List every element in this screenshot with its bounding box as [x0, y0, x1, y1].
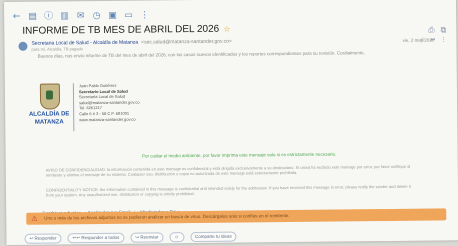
- reply-button[interactable]: ↩ Responder: [24, 233, 62, 244]
- back-icon[interactable]: ←: [12, 11, 21, 21]
- report-icon[interactable]: ⓘ: [44, 11, 53, 21]
- environment-note: Por cuidar el medio ambiente, por favor …: [141, 151, 337, 159]
- alcaldia-logo: ALCALDÍA DE MATANZA: [27, 83, 72, 135]
- delete-icon[interactable]: ▥: [60, 11, 69, 21]
- subject-text: INFORME DE TB MES DE ABRIL DEL 2026: [22, 23, 220, 37]
- more-options-icon[interactable]: ⋮: [440, 36, 446, 43]
- star-icon[interactable]: ☆: [223, 25, 230, 34]
- star-message-icon[interactable]: ☆: [420, 37, 425, 44]
- reply-icon[interactable]: ↩: [430, 36, 435, 43]
- emoji-reaction-button[interactable]: ☺: [169, 232, 185, 243]
- coat-of-arms-icon: [39, 83, 61, 110]
- warning-icon: ⚠: [31, 214, 38, 223]
- archive-icon[interactable]: ▤: [28, 11, 37, 21]
- recipients[interactable]: para mí, Alcaldía, TB pagado: [31, 46, 83, 52]
- warning-text: Uno o más de los archivos adjuntos no se…: [44, 213, 290, 221]
- sender-address: <sec.salud@matanza-santander.gov.co>: [141, 38, 232, 46]
- label-icon[interactable]: ▭: [124, 10, 133, 20]
- email-subject: INFORME DE TB MES DE ABRIL DEL 2026 ☆: [22, 24, 230, 37]
- logo-line-2: MATANZA: [34, 119, 64, 126]
- share-ideas-button[interactable]: Comparte tu ideas: [189, 231, 237, 243]
- clock-icon[interactable]: ◷: [92, 10, 101, 20]
- forward-button[interactable]: ↪ Reenviar: [130, 232, 164, 243]
- open-new-window-icon[interactable]: ⧉: [441, 25, 447, 35]
- print-icon[interactable]: ⎙: [428, 25, 435, 35]
- signature-divider: [72, 83, 75, 132]
- confidentiality-paragraph-en: CONFIDENTIALITY NOTICE: the information …: [45, 183, 411, 198]
- avatar: [18, 41, 28, 51]
- email-greeting: Buenos días, nos envío informe de TB del…: [37, 50, 365, 59]
- email-toolbar: ← ▤ ⓘ ▥ ✉ ◷ ▣ ▭ ⋮: [12, 9, 149, 22]
- email-window: ← ▤ ⓘ ▥ ✉ ◷ ▣ ▭ ⋮ INFORME DE TB MES DE A…: [4, 0, 458, 245]
- move-icon[interactable]: ▣: [108, 10, 117, 20]
- confidentiality-paragraph: AVISO DE CONFIDENCIALIDAD: la informació…: [45, 163, 411, 178]
- mail-icon[interactable]: ✉: [76, 11, 85, 21]
- reply-all-button[interactable]: ↩↩ Responder a todos: [67, 232, 125, 244]
- more-icon[interactable]: ⋮: [140, 10, 149, 20]
- logo-line-1: ALCALDÍA DE: [28, 111, 70, 118]
- subject-actions: ⎙ ⧉: [428, 25, 446, 35]
- signature-web[interactable]: www.matanza-santander.gov.co: [79, 116, 189, 123]
- email-signature: Juan Pablo Gutiérrez Secretario Local de…: [79, 82, 189, 122]
- reply-actions: ↩ Responder ↩↩ Responder a todos ↪ Reenv…: [24, 231, 237, 244]
- message-actions: ☆ ↩ ⋮: [420, 36, 446, 43]
